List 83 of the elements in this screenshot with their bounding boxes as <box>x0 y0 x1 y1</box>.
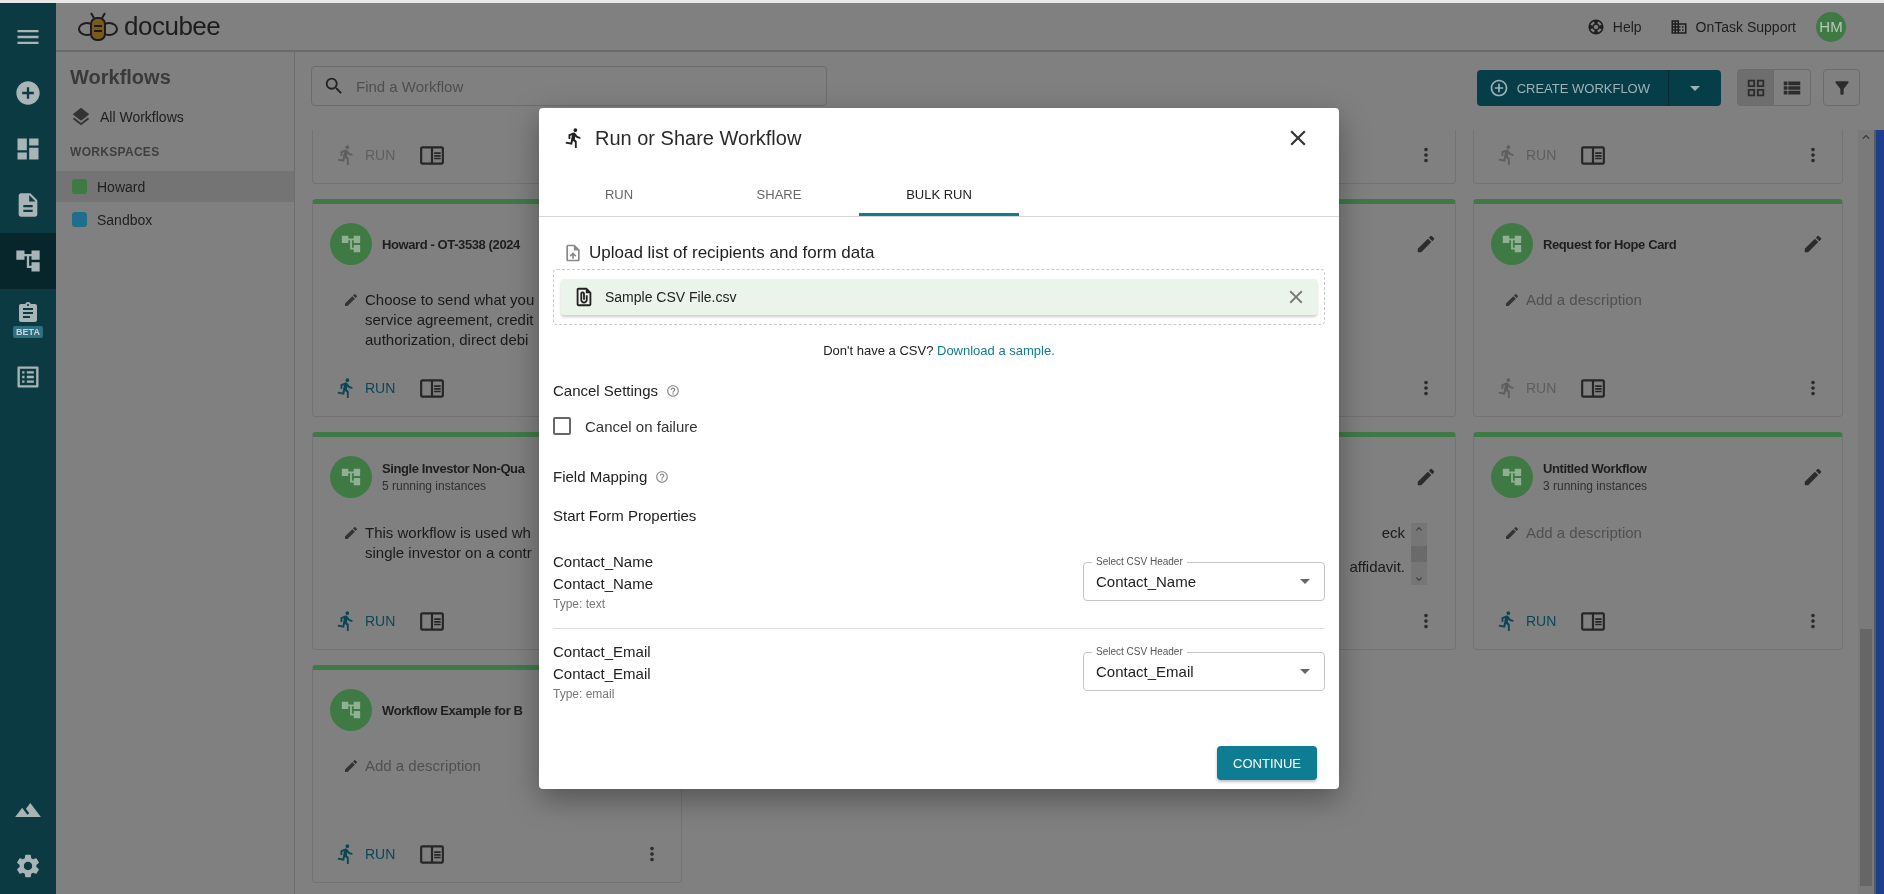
workflow-title: Untitled Workflow <box>1543 461 1648 476</box>
bee-logo-icon <box>78 11 118 42</box>
run-button[interactable]: RUN <box>335 376 396 399</box>
field-type: Type: email <box>553 687 616 701</box>
organization-link[interactable]: OnTask Support <box>1669 17 1796 36</box>
scrollbar[interactable] <box>1858 130 1874 894</box>
add-icon <box>14 79 42 107</box>
section-heading: WORKSPACES <box>70 145 161 159</box>
file-name: Sample CSV File.csv <box>605 289 737 305</box>
checkbox[interactable] <box>553 417 571 435</box>
continue-button[interactable]: CONTINUE <box>1217 746 1317 780</box>
upload-file-icon <box>563 243 583 263</box>
list-view-button[interactable] <box>1774 69 1811 106</box>
running-instances: 3 running instances <box>1543 479 1648 493</box>
building-icon <box>1669 17 1688 36</box>
create-workflow-button[interactable]: CREATE WORKFLOW <box>1476 70 1669 106</box>
layers-icon <box>70 106 92 128</box>
pencil-icon[interactable] <box>343 292 359 308</box>
help-icon[interactable] <box>655 469 670 484</box>
pencil-icon[interactable] <box>1504 525 1520 541</box>
workflow-icon <box>1491 223 1533 265</box>
pencil-icon[interactable] <box>343 758 359 774</box>
edit-icon[interactable] <box>1415 233 1437 255</box>
checkbox-label: Cancel on failure <box>585 417 698 435</box>
workflow-title: Howard - OT-3538 (2024 <box>382 236 520 252</box>
section-heading: Field Mapping <box>553 468 648 485</box>
description-line: service agreement, credit <box>365 310 534 330</box>
description-line: Choose to send what you <box>365 290 535 310</box>
workspace-item[interactable]: Howard <box>56 171 294 202</box>
field-name: Contact_Email <box>553 642 651 662</box>
sample-prompt: Don't have a CSV? Download a sample. <box>822 343 1056 358</box>
dialog-tab[interactable]: BULK RUN <box>859 176 1019 216</box>
description-line: eck <box>1381 523 1405 543</box>
field-label: Contact_Email <box>553 664 651 684</box>
beta-badge: BETA <box>13 325 43 338</box>
section-heading: Cancel Settings <box>553 382 659 399</box>
dialog-title: Run or Share Workflow <box>595 126 802 150</box>
workflow-icon <box>1491 456 1533 498</box>
filter-button[interactable] <box>1823 69 1860 106</box>
upload-heading: Upload list of recipients and form data <box>589 243 875 263</box>
sidebar-title: Workflows <box>70 66 172 89</box>
download-sample-link[interactable]: Download a sample. <box>937 343 1055 358</box>
field-name: Contact_Name <box>553 552 654 572</box>
help-icon[interactable] <box>666 383 681 398</box>
description-line: single investor on a contr <box>365 543 532 563</box>
pencil-icon[interactable] <box>343 525 359 541</box>
dropdown-caret-icon <box>1300 668 1310 674</box>
pencil-icon[interactable] <box>1504 292 1520 308</box>
rail-button[interactable] <box>0 233 56 289</box>
workflow-title: Single Investor Non-Qua <box>382 461 525 476</box>
dialog-tab[interactable]: RUN <box>539 176 699 216</box>
scrollbar[interactable] <box>1411 523 1427 585</box>
description-line: affidavit. <box>1349 557 1405 577</box>
running-instances: 5 running instances <box>382 479 488 493</box>
workflow-title: Request for Hope Card <box>1543 236 1677 252</box>
run-button[interactable]: RUN <box>1496 609 1557 632</box>
edit-icon[interactable] <box>1802 466 1824 488</box>
workflow-title: Workflow Example for B <box>382 702 523 718</box>
run-button[interactable]: RUN <box>335 609 396 632</box>
clipboard-icon <box>16 300 40 325</box>
field-label: Contact_Name <box>553 574 654 594</box>
workflow-icon <box>330 689 372 731</box>
search-icon <box>323 75 345 97</box>
settings-icon <box>14 852 42 880</box>
run-button[interactable]: RUN <box>335 842 396 865</box>
workflow-icon <box>330 456 372 498</box>
section-heading: Start Form Properties <box>553 507 697 524</box>
dialog-tab[interactable]: SHARE <box>699 176 859 216</box>
drop-zone[interactable]: Sample CSV File.csv <box>553 269 1325 325</box>
edit-icon[interactable] <box>1802 233 1824 255</box>
all-workflows-link[interactable]: All Workflows <box>70 103 294 131</box>
logo-text: docubee <box>124 11 221 42</box>
user-avatar[interactable]: HM <box>1816 11 1846 42</box>
edit-icon[interactable] <box>1415 466 1437 488</box>
grid-view-button[interactable] <box>1737 69 1774 106</box>
lifebuoy-icon <box>1586 17 1605 36</box>
field-type: Type: text <box>553 597 607 611</box>
description-line: This workflow is used wh <box>365 523 531 543</box>
workflow-icon <box>330 223 372 265</box>
dropdown-caret-icon <box>1300 578 1310 584</box>
description-line: authorization, direct debi <box>365 330 529 350</box>
caret-icon <box>1690 85 1700 91</box>
help-link[interactable]: Help <box>1586 17 1642 36</box>
